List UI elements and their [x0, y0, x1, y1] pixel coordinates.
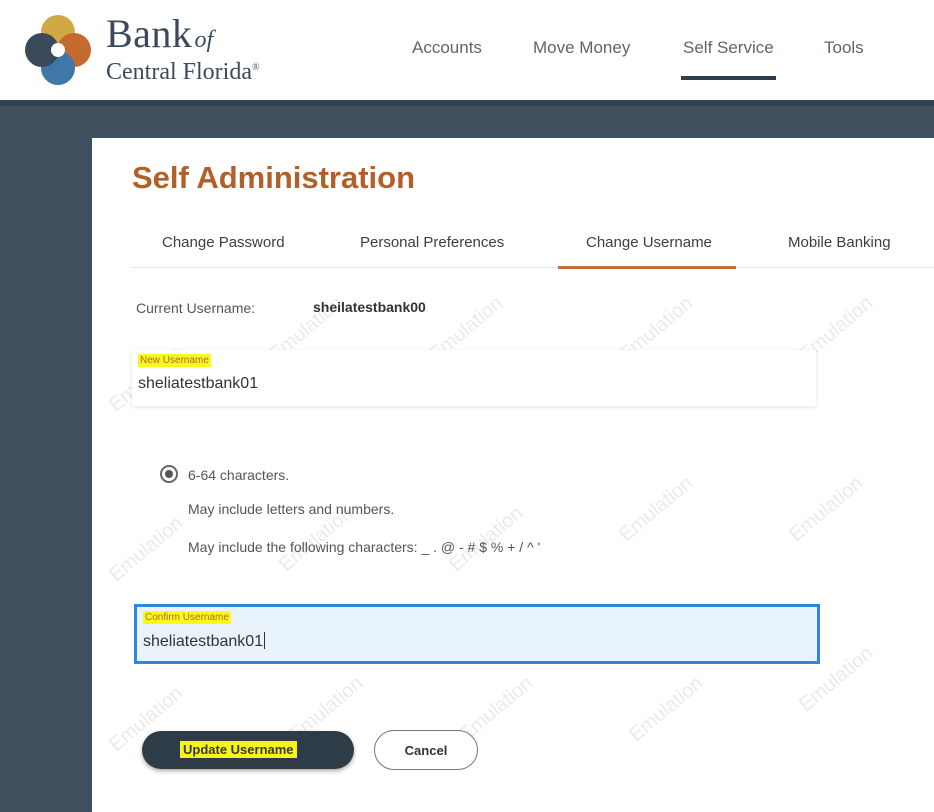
page-title: Self Administration — [132, 160, 416, 195]
self-admin-panel: Emulation Emulation Emulation Emulation … — [92, 138, 934, 812]
nav-item-tools[interactable]: Tools — [824, 38, 864, 58]
watermark-text: Emulation — [785, 472, 868, 547]
nav-item-accounts[interactable]: Accounts — [412, 38, 482, 58]
confirm-username-value: sheliatestbank01 — [143, 633, 264, 650]
nav-item-self-service[interactable]: Self Service — [681, 38, 776, 80]
new-username-input[interactable] — [138, 375, 738, 393]
confirm-username-label: Confirm Username — [143, 611, 231, 624]
watermark-text: Emulation — [105, 512, 188, 587]
length-rule-radio[interactable] — [160, 465, 178, 483]
cancel-button[interactable]: Cancel — [374, 730, 478, 770]
new-username-field[interactable]: New Username — [132, 350, 816, 406]
current-username-label: Current Username: — [136, 300, 256, 316]
rule-length: 6-64 characters. — [188, 467, 290, 483]
text-caret — [264, 632, 266, 649]
tab-change-password[interactable]: Change Password — [162, 234, 285, 251]
tab-personal-preferences[interactable]: Personal Preferences — [360, 234, 504, 251]
update-username-label: Update Username — [180, 741, 297, 758]
current-username-value: sheilatestbank00 — [313, 299, 426, 315]
tab-change-username[interactable]: Change Username — [558, 234, 736, 269]
nav-item-move-money[interactable]: Move Money — [533, 38, 630, 58]
confirm-username-field[interactable]: Confirm Username sheliatestbank01 — [134, 604, 820, 664]
rule-letters-numbers: May include letters and numbers. — [188, 501, 395, 517]
watermark-text: Emulation — [625, 672, 708, 747]
settings-tabs: Change Password Personal Preferences Cha… — [132, 228, 934, 269]
site-header: Bankof Central Florida® Accounts Move Mo… — [0, 0, 934, 100]
band-shadow — [0, 100, 934, 106]
watermark-text: Emulation — [615, 472, 698, 547]
radio-selected-dot — [165, 470, 173, 478]
top-navigation: Accounts Move Money Self Service Tools — [0, 38, 934, 80]
rule-special-characters: May include the following characters: _ … — [188, 539, 541, 555]
confirm-username-input[interactable]: sheliatestbank01 — [143, 632, 743, 651]
new-username-label: New Username — [138, 354, 211, 367]
update-username-button[interactable]: Update Username — [142, 731, 354, 769]
tab-mobile-banking[interactable]: Mobile Banking — [788, 234, 891, 251]
